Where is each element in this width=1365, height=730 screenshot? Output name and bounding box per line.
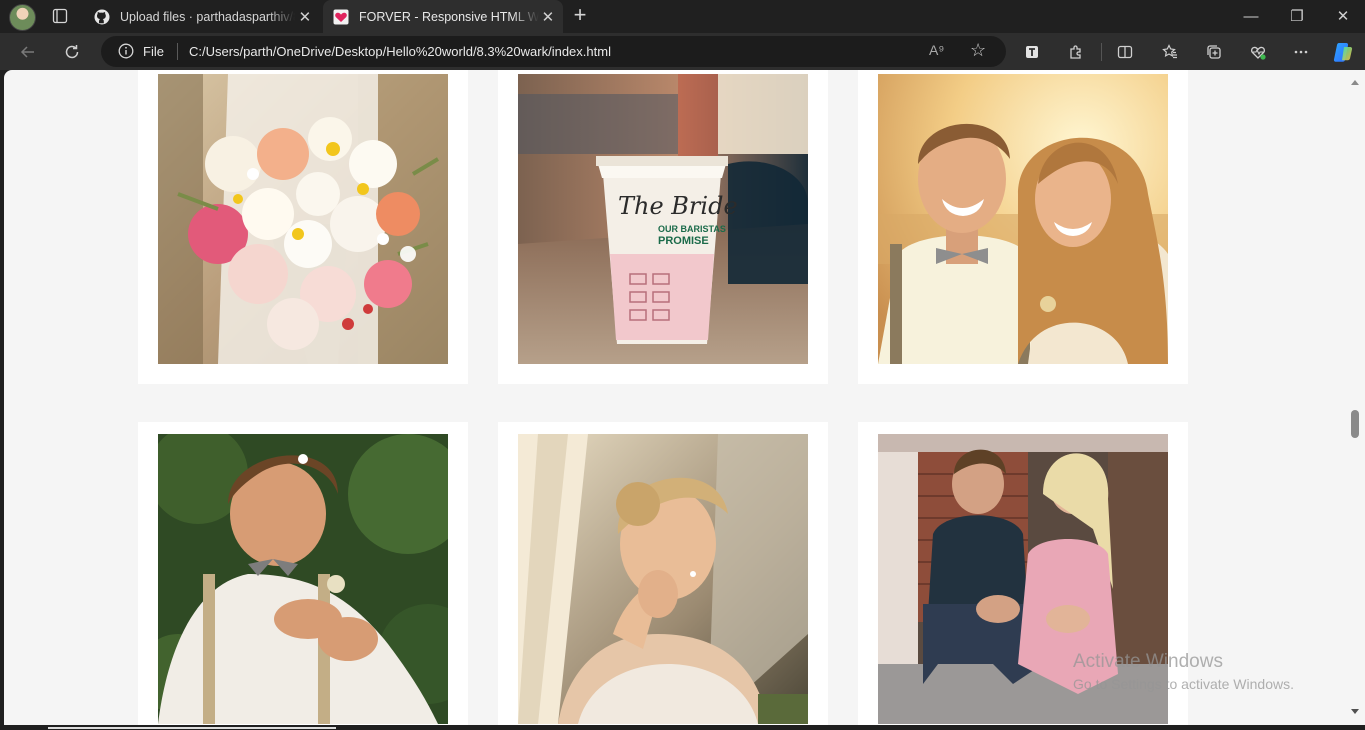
gallery-photo-coffee-cup[interactable]: The Bride OUR BARISTAS PROMISE bbox=[518, 74, 808, 364]
gallery-photo-groom[interactable] bbox=[158, 434, 448, 724]
profile-avatar[interactable] bbox=[9, 4, 36, 31]
reading-view-icon bbox=[1026, 46, 1038, 58]
scroll-up-arrow-icon[interactable] bbox=[1351, 80, 1359, 85]
browser-essentials-icon bbox=[1251, 46, 1266, 60]
more-button[interactable] bbox=[1287, 38, 1315, 66]
gallery-card[interactable] bbox=[858, 70, 1188, 384]
favorite-star-icon[interactable]: ☆ bbox=[970, 40, 986, 61]
cup-print-line1: OUR BARISTAS bbox=[658, 224, 726, 234]
page-scrollbar[interactable] bbox=[1346, 70, 1365, 725]
refresh-icon bbox=[65, 45, 79, 59]
url-text[interactable]: C:/Users/parth/OneDrive/Desktop/Hello%20… bbox=[189, 44, 611, 59]
copilot-button[interactable] bbox=[1329, 38, 1357, 66]
gallery-photo-smiling-couple[interactable] bbox=[878, 74, 1168, 364]
reading-view-button[interactable] bbox=[1018, 38, 1046, 66]
tab-title: Upload files · parthadasparthiv/8.3 bbox=[120, 9, 295, 24]
tab-github-upload[interactable]: Upload files · parthadasparthiv/8.3 ✕ bbox=[84, 0, 321, 33]
gallery-photo-bouquet[interactable] bbox=[158, 74, 448, 364]
info-icon[interactable] bbox=[118, 43, 134, 59]
refresh-button[interactable] bbox=[58, 38, 86, 66]
cup-handwriting: The Bride bbox=[618, 192, 738, 220]
heart-favicon-icon bbox=[333, 9, 349, 24]
gallery-photo-bride[interactable] bbox=[518, 434, 808, 724]
tab-close-button[interactable]: ✕ bbox=[539, 8, 557, 26]
cup-print-line2: PROMISE bbox=[658, 235, 709, 247]
minimize-button[interactable]: — bbox=[1228, 0, 1274, 33]
activate-windows-subtitle: Go to Settings to activate Windows. bbox=[1073, 676, 1294, 692]
restore-button[interactable]: ❐ bbox=[1274, 0, 1320, 33]
copilot-icon bbox=[1333, 43, 1353, 62]
groom-image bbox=[158, 434, 448, 724]
horizontal-scroll-strip bbox=[48, 727, 336, 729]
gallery-card[interactable] bbox=[498, 422, 828, 725]
back-icon bbox=[20, 46, 34, 58]
github-icon bbox=[94, 9, 110, 24]
site-scheme-label[interactable]: File bbox=[143, 44, 164, 59]
close-window-button[interactable]: ✕ bbox=[1320, 0, 1365, 33]
extensions-button[interactable] bbox=[1062, 38, 1090, 66]
tab-actions-icon[interactable] bbox=[52, 8, 68, 24]
browser-essentials-button[interactable] bbox=[1244, 38, 1272, 66]
tab-close-button[interactable]: ✕ bbox=[295, 8, 315, 26]
smiling-couple-image bbox=[878, 74, 1168, 364]
activate-windows-title: Activate Windows bbox=[1073, 651, 1223, 672]
bouquet-image bbox=[158, 74, 448, 364]
tab-strip: Upload files · parthadasparthiv/8.3 ✕ FO… bbox=[0, 0, 1365, 33]
bride-image bbox=[518, 434, 808, 724]
scroll-down-arrow-icon[interactable] bbox=[1351, 709, 1359, 714]
favorites-button[interactable] bbox=[1156, 38, 1184, 66]
page-viewport: The Bride OUR BARISTAS PROMISE Activate … bbox=[4, 70, 1346, 725]
read-aloud-icon[interactable]: A⁹ bbox=[929, 42, 944, 58]
gallery-card[interactable] bbox=[138, 422, 468, 725]
bottom-edge bbox=[0, 725, 1365, 730]
tab-title: FORVER - Responsive HTML Wedding bbox=[359, 9, 539, 24]
split-screen-icon bbox=[1117, 45, 1133, 59]
scroll-thumb[interactable] bbox=[1351, 410, 1359, 438]
tab-forver-wedding[interactable]: FORVER - Responsive HTML Wedding ✕ bbox=[323, 0, 563, 33]
coffee-cup-image: The Bride OUR BARISTAS PROMISE bbox=[518, 74, 808, 364]
gallery-card[interactable] bbox=[138, 70, 468, 384]
browser-toolbar: File C:/Users/parth/OneDrive/Desktop/Hel… bbox=[0, 33, 1365, 70]
collections-icon bbox=[1207, 45, 1221, 59]
back-button[interactable] bbox=[14, 38, 42, 66]
split-screen-button[interactable] bbox=[1111, 38, 1139, 66]
new-tab-button[interactable]: + bbox=[569, 4, 591, 28]
favorites-icon bbox=[1162, 44, 1177, 59]
address-divider bbox=[177, 43, 178, 60]
collections-button[interactable] bbox=[1200, 38, 1228, 66]
more-icon bbox=[1294, 50, 1308, 54]
gallery-card[interactable]: The Bride OUR BARISTAS PROMISE bbox=[498, 70, 828, 384]
toolbar-divider bbox=[1101, 43, 1102, 61]
address-bar[interactable]: File C:/Users/parth/OneDrive/Desktop/Hel… bbox=[101, 36, 1006, 67]
extensions-icon bbox=[1070, 45, 1081, 59]
